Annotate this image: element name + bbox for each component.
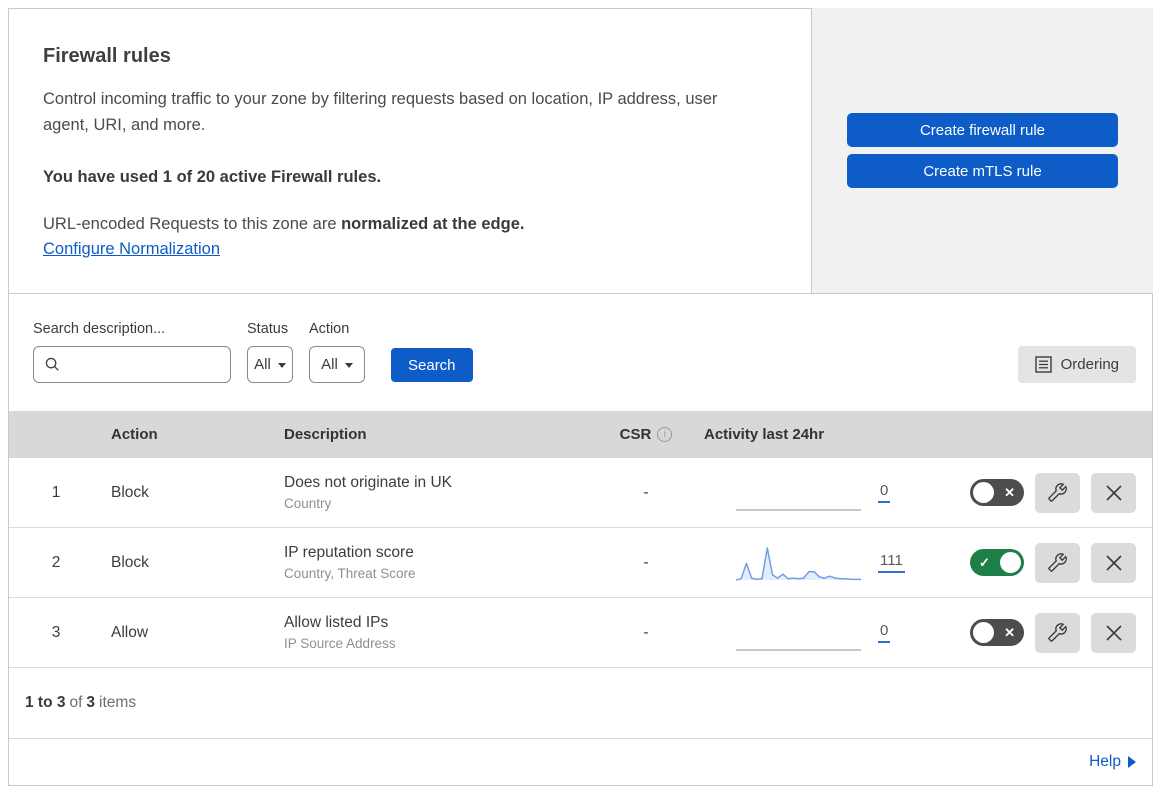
search-icon: [45, 357, 59, 371]
rule-enable-toggle[interactable]: ✓ ✕: [970, 619, 1024, 646]
action-label: Action: [309, 321, 350, 337]
page-description: Control incoming traffic to your zone by…: [43, 90, 718, 135]
items-text: items: [99, 694, 137, 711]
rule-csr-value: -: [643, 483, 649, 501]
delete-rule-button[interactable]: [1091, 612, 1136, 653]
search-button[interactable]: Search: [391, 348, 473, 382]
wrench-icon: [1048, 553, 1067, 572]
toggle-knob: [973, 482, 994, 503]
table-row: 3 Allow Allow listed IPs IP Source Addre…: [9, 598, 1152, 668]
table-header: Action Description CSR i Activity last 2…: [9, 411, 1152, 458]
rule-enable-toggle[interactable]: ✓ ✕: [970, 479, 1024, 506]
rule-number: 1: [51, 483, 61, 501]
help-link[interactable]: Help: [1089, 753, 1136, 771]
rule-fields: Country: [284, 496, 332, 511]
rule-fields: Country, Threat Score: [284, 566, 416, 581]
rule-description: Allow listed IPs: [284, 614, 389, 631]
normalization-text: URL-encoded Requests to this zone are: [43, 215, 342, 234]
edit-rule-button[interactable]: [1035, 472, 1080, 513]
table-row: 1 Block Does not originate in UK Country…: [9, 458, 1152, 528]
activity-count-link[interactable]: 0: [878, 622, 891, 643]
header-section: Firewall rules Control incoming traffic …: [8, 8, 1153, 293]
column-activity: Activity last 24hr: [704, 426, 825, 443]
action-dropdown[interactable]: All: [309, 346, 365, 383]
column-description: Description: [284, 426, 367, 443]
x-icon: ✕: [1004, 484, 1015, 500]
activity-count-link[interactable]: 0: [878, 482, 891, 503]
intro-card: Firewall rules Control incoming traffic …: [8, 8, 812, 293]
wrench-icon: [1048, 623, 1067, 642]
rule-action: Block: [111, 553, 149, 571]
arrow-right-icon: [1128, 756, 1136, 768]
normalization-bold-text: normalized at the edge.: [341, 215, 525, 234]
close-icon: [1105, 624, 1122, 641]
wrench-icon: [1048, 483, 1067, 502]
range-text: 1 to 3: [25, 694, 66, 711]
activity-count-link[interactable]: 111: [878, 552, 905, 573]
delete-rule-button[interactable]: [1091, 542, 1136, 583]
status-label: Status: [247, 321, 289, 337]
activity-sparkline: [736, 546, 861, 581]
table-row: 2 Block IP reputation score Country, Thr…: [9, 528, 1152, 598]
column-action: Action: [111, 426, 158, 443]
firewall-rules-page: Firewall rules Control incoming traffic …: [0, 0, 1161, 794]
search-box: [33, 346, 231, 383]
activity-sparkline: [736, 508, 861, 511]
close-icon: [1105, 554, 1122, 571]
x-icon: ✕: [1004, 624, 1015, 640]
normalization-note: URL-encoded Requests to this zone are no…: [43, 215, 751, 234]
check-icon: ✓: [979, 554, 990, 570]
chevron-down-icon: [277, 363, 286, 368]
search-input[interactable]: [68, 355, 230, 374]
configure-normalization-link[interactable]: Configure Normalization: [43, 240, 220, 258]
search-group: Search description...: [33, 321, 231, 383]
rule-fields: IP Source Address: [284, 636, 396, 651]
create-mtls-rule-button[interactable]: Create mTLS rule: [847, 154, 1118, 188]
info-icon[interactable]: i: [657, 427, 673, 442]
edit-rule-button[interactable]: [1035, 612, 1080, 653]
rule-csr-value: -: [643, 623, 649, 641]
rule-description: IP reputation score: [284, 544, 414, 561]
ordering-label: Ordering: [1060, 356, 1119, 373]
column-csr: CSR: [619, 426, 652, 443]
help-label: Help: [1089, 753, 1121, 770]
create-firewall-rule-button[interactable]: Create firewall rule: [847, 113, 1118, 147]
toggle-knob: [1000, 552, 1021, 573]
total-text: 3: [86, 694, 96, 711]
rule-csr-value: -: [643, 553, 649, 571]
status-group: Status All: [247, 321, 293, 383]
rule-action: Block: [111, 483, 149, 501]
filter-bar: Search description... Status All Action …: [9, 294, 1152, 411]
search-label: Search description...: [33, 321, 166, 337]
help-row: Help: [9, 739, 1152, 785]
edit-rule-button[interactable]: [1035, 542, 1080, 583]
rule-number: 2: [51, 553, 61, 571]
rules-card: Search description... Status All Action …: [8, 293, 1153, 786]
status-dropdown[interactable]: All: [247, 346, 293, 383]
rule-number: 3: [51, 623, 61, 641]
chevron-down-icon: [344, 363, 353, 368]
action-value: All: [321, 356, 338, 373]
action-group: Action All: [309, 321, 365, 383]
of-text: of: [69, 694, 83, 711]
activity-sparkline: [736, 648, 861, 651]
status-value: All: [254, 356, 271, 373]
close-icon: [1105, 484, 1122, 501]
actions-panel: Create firewall rule Create mTLS rule: [812, 8, 1153, 293]
rule-action: Allow: [111, 623, 149, 641]
list-icon: [1034, 356, 1052, 373]
ordering-button[interactable]: Ordering: [1017, 346, 1136, 383]
toggle-knob: [973, 622, 994, 643]
page-title: Firewall rules: [43, 45, 171, 67]
rule-description: Does not originate in UK: [284, 474, 453, 491]
delete-rule-button[interactable]: [1091, 472, 1136, 513]
usage-summary: You have used 1 of 20 active Firewall ru…: [43, 168, 382, 187]
pagination-summary: 1 to 3 of 3 items: [9, 668, 1152, 739]
rule-enable-toggle[interactable]: ✓ ✕: [970, 549, 1024, 576]
